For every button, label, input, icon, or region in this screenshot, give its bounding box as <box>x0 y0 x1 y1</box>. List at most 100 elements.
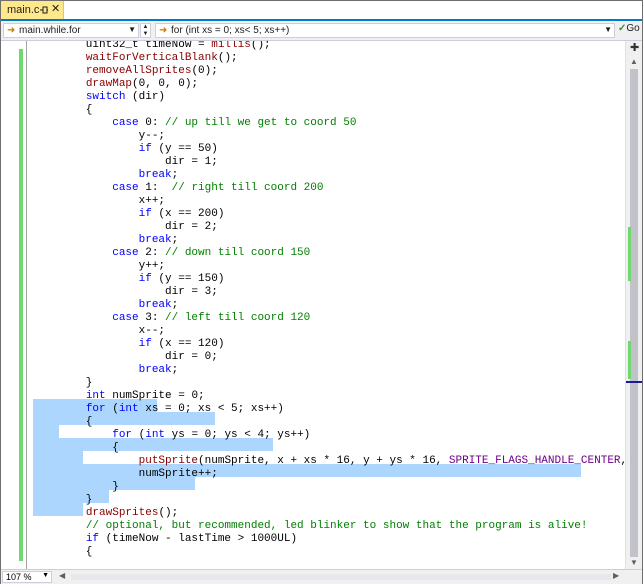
code-line[interactable]: drawMap(0, 0, 0); <box>33 78 198 91</box>
horizontal-scrollbar-thumb[interactable] <box>71 574 611 580</box>
code-line[interactable]: } <box>33 377 93 390</box>
scope-spinner[interactable]: ▲ ▼ <box>140 23 151 38</box>
code-line[interactable]: for (int xs = 0; xs < 5; xs++) <box>33 403 284 416</box>
split-window-icon[interactable]: ✚ <box>630 43 639 54</box>
code-line[interactable]: if (y == 150) <box>33 273 225 286</box>
scrollbar-thumb[interactable] <box>630 69 638 557</box>
code-token: drawMap <box>85 78 133 90</box>
code-line[interactable]: break; <box>33 169 179 182</box>
code-line[interactable]: if (x == 120) <box>33 338 225 351</box>
code-token: ; <box>171 299 179 311</box>
code-token: for <box>85 403 106 415</box>
code-line[interactable]: if (timeNow - lastTime > 1000UL) <box>33 533 297 546</box>
chevron-down-icon: ▼ <box>42 572 49 579</box>
code-line[interactable]: switch (dir) <box>33 91 165 104</box>
code-token: y++; <box>33 260 166 272</box>
code-token: // right till coord 200 <box>171 182 324 194</box>
scroll-right-icon[interactable]: ▶ <box>613 571 619 580</box>
code-editor[interactable]: uint32_t timeNow = millis(); waitForVert… <box>1 41 625 569</box>
code-token: 1: <box>138 182 172 194</box>
code-line[interactable]: removeAllSprites(0); <box>33 65 218 78</box>
code-line[interactable]: { <box>33 546 93 559</box>
member-dropdown[interactable]: ➜ for (int xs = 0; xs< 5; xs++) ▼ <box>155 23 615 38</box>
code-line[interactable]: x--; <box>33 325 165 338</box>
code-token: } <box>33 377 93 389</box>
code-token: // optional, but recommended, led blinke… <box>85 520 588 532</box>
scroll-left-icon[interactable]: ◀ <box>59 571 65 580</box>
spin-down-icon[interactable]: ▼ <box>143 31 149 37</box>
code-line[interactable]: case 1: // right till coord 200 <box>33 182 323 195</box>
code-line[interactable]: int numSprite = 0; <box>33 390 205 403</box>
code-token: 3: <box>138 312 166 324</box>
indicator-margin[interactable] <box>1 41 15 569</box>
code-token: if <box>138 208 152 220</box>
code-line[interactable]: } <box>33 481 119 494</box>
code-line[interactable]: for (int ys = 0; ys < 4; ys++) <box>33 429 310 442</box>
code-token: (); <box>217 52 238 64</box>
tab-label: main.c <box>7 4 40 16</box>
scroll-down-icon[interactable]: ▼ <box>630 558 638 567</box>
code-line[interactable]: break; <box>33 234 179 247</box>
change-tracking-bar <box>19 49 23 561</box>
code-line[interactable]: y++; <box>33 260 165 273</box>
code-line[interactable]: drawSprites(); <box>33 507 178 520</box>
code-line[interactable]: break; <box>33 299 179 312</box>
code-line[interactable]: waitForVerticalBlank(); <box>33 52 238 65</box>
tab-main-c[interactable]: main.c ✕ <box>1 1 64 19</box>
code-line[interactable]: y--; <box>33 130 165 143</box>
chevron-down-icon: ▼ <box>604 25 612 34</box>
code-token: (x == 200) <box>151 208 225 220</box>
code-line[interactable]: numSprite++; <box>33 468 218 481</box>
code-line[interactable]: case 2: // down till coord 150 <box>33 247 310 260</box>
code-token: } <box>33 481 119 493</box>
code-token: { <box>33 104 93 116</box>
go-button[interactable]: ✓Go <box>618 23 641 38</box>
code-line[interactable]: break; <box>33 364 179 377</box>
code-line[interactable]: { <box>33 104 93 117</box>
zoom-dropdown[interactable]: 107 % ▼ <box>2 571 52 583</box>
code-line[interactable]: uint32_t timeNow = millis(); <box>33 41 271 52</box>
code-token: case <box>112 247 139 259</box>
code-token: case <box>112 117 139 129</box>
code-token: dir = 3; <box>33 286 218 298</box>
code-token: switch <box>85 91 126 103</box>
code-token: dir = 2; <box>33 221 218 233</box>
code-line[interactable]: dir = 3; <box>33 286 218 299</box>
pin-icon[interactable] <box>39 5 49 15</box>
code-token: if <box>138 143 152 155</box>
close-icon[interactable]: ✕ <box>51 3 60 16</box>
code-token: SPRITE_FLAGS_HANDLE_CENTER <box>448 455 621 467</box>
code-token: { <box>33 546 93 558</box>
code-line[interactable]: dir = 1; <box>33 156 218 169</box>
code-line[interactable]: // optional, but recommended, led blinke… <box>33 520 588 533</box>
code-line[interactable]: } <box>33 494 93 507</box>
code-token: } <box>33 494 93 506</box>
spin-up-icon[interactable]: ▲ <box>143 24 149 30</box>
code-line[interactable]: dir = 0; <box>33 351 218 364</box>
scroll-up-icon[interactable]: ▲ <box>630 57 638 66</box>
code-line[interactable]: dir = 2; <box>33 221 218 234</box>
code-line[interactable]: { <box>33 416 93 429</box>
code-line[interactable]: case 0: // up till we get to coord 50 <box>33 117 356 130</box>
code-token: x--; <box>33 325 166 337</box>
scope-dropdown[interactable]: ➜ main.while.for ▼ <box>3 23 139 38</box>
vertical-scrollbar[interactable]: ✚ ▲ ▼ <box>625 41 642 569</box>
code-line[interactable]: if (y == 50) <box>33 143 218 156</box>
code-token: // down till coord 150 <box>165 247 311 259</box>
code-line[interactable]: if (x == 200) <box>33 208 225 221</box>
code-line[interactable]: x++; <box>33 195 165 208</box>
code-token: case <box>112 182 139 194</box>
code-token: ; <box>171 234 179 246</box>
code-line[interactable]: putSprite(numSprite, x + xs * 16, y + ys… <box>33 455 625 468</box>
code-line[interactable]: { <box>33 442 119 455</box>
code-line[interactable]: case 3: // left till coord 120 <box>33 312 310 325</box>
